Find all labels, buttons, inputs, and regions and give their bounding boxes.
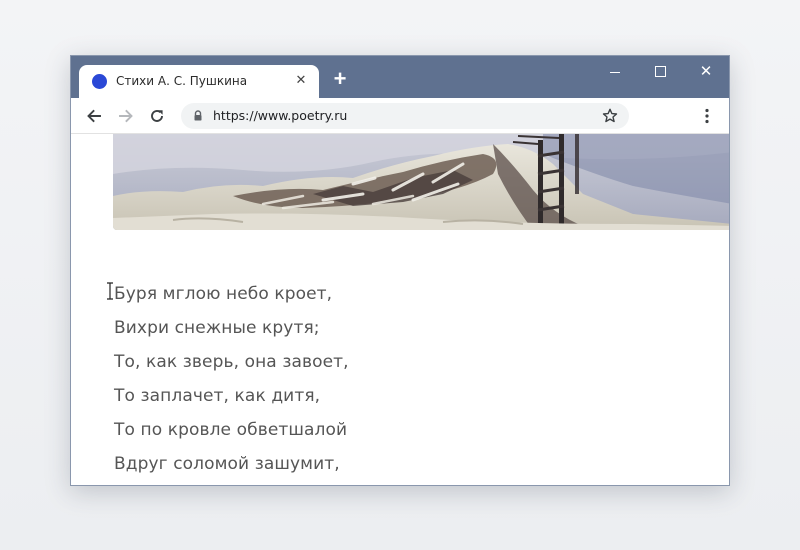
- minimize-button[interactable]: [598, 60, 632, 84]
- browser-window: Стихи А. С. Пушкина ✕ + ✕ https://www.po…: [70, 55, 730, 486]
- tab-favicon-icon: [92, 74, 107, 89]
- poem-text: Буря мглою небо кроет, Вихри снежные кру…: [114, 277, 349, 481]
- browser-tab-active[interactable]: Стихи А. С. Пушкина ✕: [79, 65, 319, 98]
- reload-button[interactable]: [146, 105, 168, 127]
- close-icon: ✕: [699, 63, 713, 80]
- lock-icon: [194, 110, 202, 121]
- poem-line: То, как зверь, она завоет,: [114, 352, 349, 372]
- forward-button[interactable]: [115, 105, 137, 127]
- browser-titlebar: Стихи А. С. Пушкина ✕ + ✕: [71, 56, 729, 98]
- page-content: Буря мглою небо кроет, Вихри снежные кру…: [71, 134, 729, 485]
- poem-line: То по кровле обветшалой: [114, 420, 348, 440]
- url-text[interactable]: https://www.poetry.ru: [213, 108, 347, 123]
- poem-line: Вихри снежные крутя;: [114, 318, 320, 338]
- star-icon[interactable]: [601, 107, 619, 125]
- minimize-icon: [610, 72, 620, 73]
- poem-line: Вдруг соломой зашумит,: [114, 454, 340, 474]
- kebab-menu-icon[interactable]: [697, 106, 717, 126]
- tab-title: Стихи А. С. Пушкина: [116, 74, 248, 88]
- poem-line: То заплачет, как дитя,: [114, 386, 321, 406]
- text-cursor-icon: [107, 282, 113, 300]
- poem-line: Буря мглою небо кроет,: [114, 284, 333, 304]
- address-bar[interactable]: https://www.poetry.ru: [181, 103, 629, 129]
- maximize-button[interactable]: [643, 60, 677, 84]
- arrow-left-icon: [87, 109, 101, 123]
- maximize-icon: [655, 66, 666, 77]
- close-window-button[interactable]: ✕: [689, 60, 723, 84]
- back-button[interactable]: [83, 105, 105, 127]
- winter-landscape-picture: [113, 134, 729, 230]
- browser-toolbar: https://www.poetry.ru: [71, 98, 729, 134]
- reload-icon: [151, 110, 163, 122]
- tab-close-icon[interactable]: ✕: [293, 72, 309, 88]
- arrow-right-icon: [119, 109, 133, 123]
- new-tab-button[interactable]: +: [329, 68, 351, 90]
- winter-painting-image: [113, 134, 729, 230]
